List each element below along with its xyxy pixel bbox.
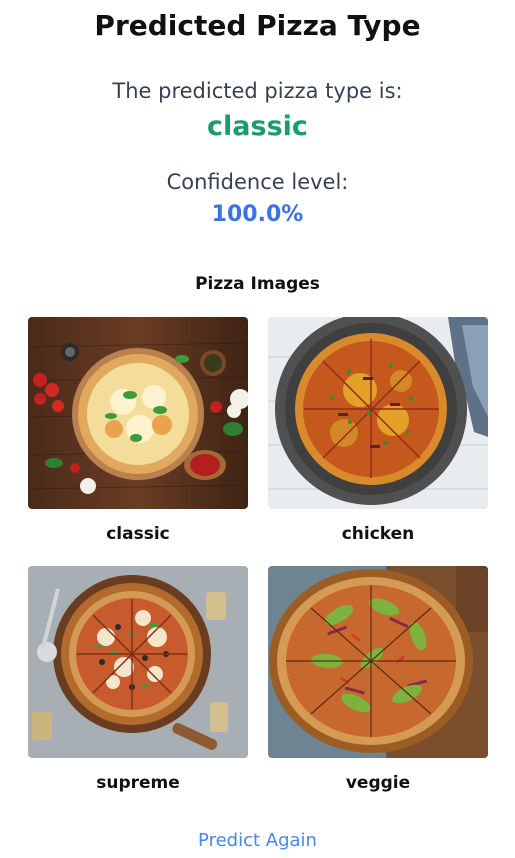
chicken-pizza-image bbox=[268, 317, 488, 509]
prediction-label: The predicted pizza type is: bbox=[112, 79, 403, 103]
pizza-card-classic: classic bbox=[28, 317, 248, 566]
chicken-pizza-illustration bbox=[268, 317, 488, 509]
pizza-caption-supreme: supreme bbox=[96, 773, 180, 793]
pizza-caption-classic: classic bbox=[106, 524, 170, 544]
confidence-value: 100.0% bbox=[211, 202, 304, 227]
page-title: Predicted Pizza Type bbox=[94, 9, 421, 42]
prediction-value: classic bbox=[207, 111, 308, 142]
pizza-caption-veggie: veggie bbox=[345, 773, 411, 793]
result-page: Predicted Pizza Type The predicted pizza… bbox=[0, 0, 515, 858]
pizza-caption-chicken: chicken bbox=[341, 524, 415, 544]
veggie-pizza-image bbox=[268, 566, 488, 758]
confidence-label: Confidence level: bbox=[166, 170, 349, 194]
pizza-images-heading: Pizza Images bbox=[195, 274, 320, 294]
pizza-card-veggie: veggie bbox=[268, 566, 488, 815]
pizza-card-supreme: supreme bbox=[28, 566, 248, 815]
predict-again-link[interactable]: Predict Again bbox=[0, 829, 515, 853]
veggie-pizza-illustration bbox=[268, 566, 488, 758]
classic-pizza-illustration bbox=[28, 317, 248, 509]
pizza-image-grid: classic chicken supreme veggie bbox=[28, 317, 488, 815]
supreme-pizza-illustration bbox=[28, 566, 248, 758]
supreme-pizza-image bbox=[28, 566, 248, 758]
pizza-card-chicken: chicken bbox=[268, 317, 488, 566]
classic-pizza-image bbox=[28, 317, 248, 509]
